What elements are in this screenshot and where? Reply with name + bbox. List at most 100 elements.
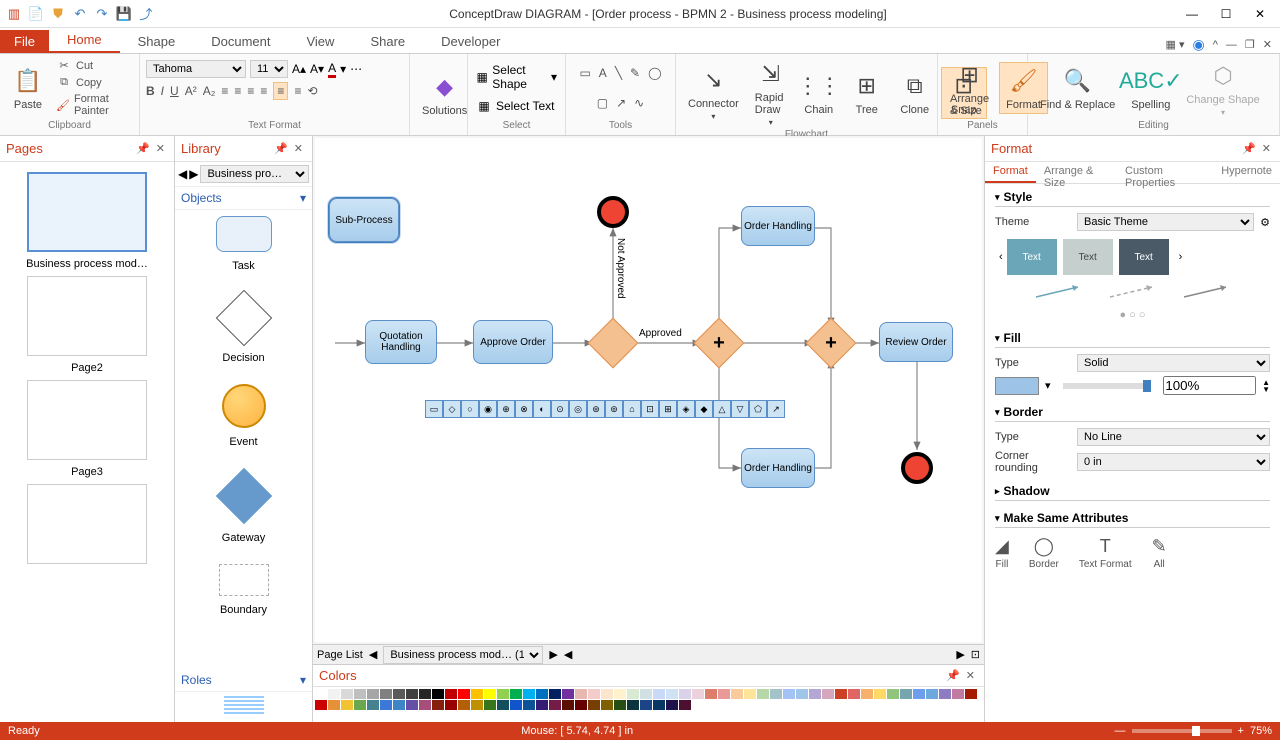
color-swatch[interactable] [770,689,782,699]
page-thumb-2[interactable]: Page2 [4,276,170,374]
font-select[interactable]: Tahoma [146,60,246,78]
color-swatch[interactable] [744,689,756,699]
theme-next-icon[interactable]: › [1175,251,1187,263]
color-swatch[interactable] [913,689,925,699]
color-swatch[interactable] [861,689,873,699]
color-swatch[interactable] [380,689,392,699]
tab-developer[interactable]: Developer [423,30,518,53]
same-all-button[interactable]: ✎All [1152,536,1167,570]
close-panel-icon[interactable]: ✕ [291,142,306,155]
subscript-button[interactable]: A₂ [203,84,216,98]
theme-select[interactable]: Basic Theme [1077,213,1254,231]
same-fill-button[interactable]: ◢Fill [995,536,1009,570]
color-swatch[interactable] [497,700,509,710]
color-swatch[interactable] [445,689,457,699]
color-swatch[interactable] [601,700,613,710]
color-swatch[interactable] [575,700,587,710]
align-right-button[interactable]: ≡ [247,84,254,98]
color-swatch[interactable] [614,689,626,699]
italic-button[interactable]: I [161,84,164,98]
node-order-handling-2[interactable]: Order Handling [741,448,815,488]
page-thumb-1[interactable]: Business process mod… [4,172,170,270]
color-swatch[interactable] [562,700,574,710]
redo-icon[interactable]: ↷ [94,6,110,22]
lib-item-boundary[interactable]: Boundary [175,558,312,630]
change-shape-button[interactable]: ⬡Change Shape▾ [1180,58,1265,119]
page-thumb-4[interactable] [4,484,170,564]
color-swatch[interactable] [341,700,353,710]
tool-rrect-icon[interactable]: ▢ [597,96,608,110]
scroll-left-icon[interactable]: ◀ [564,648,572,661]
close-icon[interactable]: ✕ [1244,2,1276,26]
diagram-canvas[interactable]: Sub-Process Quotation Handling Approve O… [315,138,982,642]
file-tab[interactable]: File [0,30,49,53]
color-swatch[interactable] [367,689,379,699]
theme-swatch-1[interactable]: Text [1007,239,1057,275]
color-swatch[interactable] [575,689,587,699]
opacity-stepper[interactable]: ▲▼ [1262,379,1270,393]
fill-opacity-input[interactable] [1163,376,1256,395]
color-swatch[interactable] [952,689,964,699]
tool-text-icon[interactable]: A [599,66,607,80]
min2-icon[interactable]: — [1226,39,1237,51]
node-quotation[interactable]: Quotation Handling [365,320,437,364]
color-swatch[interactable] [406,700,418,710]
close2-icon[interactable]: ✕ [1263,38,1272,51]
node-review[interactable]: Review Order [879,322,953,362]
lib-section-objects[interactable]: Objects▾ [175,187,312,210]
page-next-icon[interactable]: ▶ [549,648,557,661]
spelling-button[interactable]: ABC✓Spelling [1125,63,1176,113]
color-swatch[interactable] [471,700,483,710]
underline-button[interactable]: U [170,84,179,98]
color-swatch[interactable] [549,689,561,699]
node-end-2[interactable] [901,452,933,484]
pin-icon[interactable]: 📌 [133,142,153,155]
zoom-out-icon[interactable]: — [1115,725,1126,737]
color-swatch[interactable] [549,700,561,710]
rapid-draw-button[interactable]: ⇲Rapid Draw▾ [749,56,793,129]
color-swatch[interactable] [731,689,743,699]
pin-icon[interactable]: 📌 [271,142,291,155]
zoom-slider[interactable] [1132,729,1232,733]
color-swatch[interactable] [315,689,327,699]
node-order-handling-1[interactable]: Order Handling [741,206,815,246]
tab-shape[interactable]: Shape [120,30,194,53]
rotate-text-button[interactable]: ⟲ [307,84,317,98]
color-swatch[interactable] [640,700,652,710]
highlight-icon[interactable]: ▾ [340,62,346,76]
close-panel-icon[interactable]: ✕ [963,669,978,682]
color-swatch[interactable] [536,700,548,710]
new-icon[interactable]: 📄 [28,6,44,22]
tool-curve-icon[interactable]: ∿ [634,96,644,110]
lib-section-roles[interactable]: Roles▾ [175,669,312,692]
superscript-button[interactable]: A² [185,84,197,98]
same-text-button[interactable]: TText Format [1079,536,1132,570]
color-swatch[interactable] [653,700,665,710]
color-swatch[interactable] [900,689,912,699]
color-swatch[interactable] [458,700,470,710]
color-swatch[interactable] [328,700,340,710]
library-menu-icon[interactable]: ▦ ▾ [1166,38,1185,51]
section-fill[interactable]: Fill [995,331,1270,348]
node-end-1[interactable] [597,196,629,228]
fill-type-select[interactable]: Solid [1077,354,1270,372]
theme-swatch-3[interactable]: Text [1119,239,1169,275]
scroll-right-icon[interactable]: ▶ [956,648,964,661]
pin-icon[interactable]: 📌 [1239,142,1259,155]
color-swatch[interactable] [627,700,639,710]
color-swatch[interactable] [939,689,951,699]
tab-document[interactable]: Document [193,30,288,53]
fmt-tab-arrange[interactable]: Arrange & Size [1036,162,1117,183]
node-gateway-plus-2[interactable]: + [813,325,849,361]
format-painter-button[interactable]: 🖌Format Painter [54,92,133,118]
color-swatch[interactable] [783,689,795,699]
tool-pencil-icon[interactable]: ✎ [630,66,640,80]
color-swatch[interactable] [640,689,652,699]
fit-icon[interactable]: ⊡ [971,648,980,661]
node-approve[interactable]: Approve Order [473,320,553,364]
color-swatch[interactable] [627,689,639,699]
color-swatch[interactable] [406,689,418,699]
find-replace-button[interactable]: 🔍Find & Replace [1034,63,1121,113]
color-swatch[interactable] [510,700,522,710]
color-swatch[interactable] [510,689,522,699]
